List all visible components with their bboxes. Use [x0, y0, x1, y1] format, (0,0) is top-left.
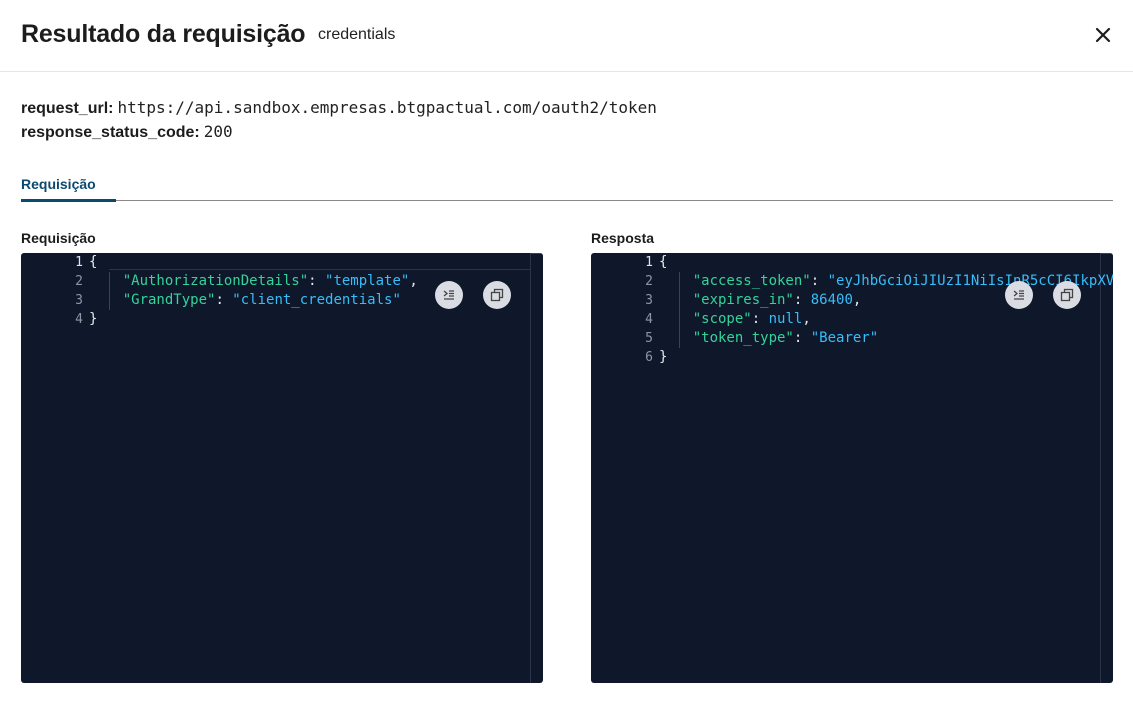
json-value: "client_credentials" [232, 292, 401, 308]
code-text: { [659, 253, 667, 272]
code-line: 4 "scope": null, [591, 310, 1113, 329]
json-value: null [768, 311, 803, 327]
code-line: 5 "token_type": "Bearer" [591, 329, 1113, 348]
request-code-editor[interactable]: 1{2 "AuthorizationDetails": "template", 3… [21, 253, 543, 683]
format-button[interactable] [1005, 281, 1033, 309]
copy-icon [490, 288, 504, 302]
json-brace: } [659, 349, 668, 365]
json-key: "AuthorizationDetails" [122, 273, 309, 289]
json-comma: , [852, 292, 862, 308]
code-line: 2 "AuthorizationDetails": "template", [21, 272, 543, 291]
json-colon: : [308, 273, 326, 289]
json-value: 86400 [810, 292, 853, 308]
line-number: 2 [75, 274, 83, 289]
json-colon: : [793, 330, 811, 346]
request-url-row: request_url: https://api.sandbox.empresas… [21, 96, 657, 121]
modal-subtitle: credentials [318, 26, 396, 43]
status-code-row: response_status_code: 200 [21, 120, 233, 145]
code-line: 1{ [21, 253, 543, 272]
json-key: "expires_in" [692, 292, 794, 308]
code-line: 1{ [591, 253, 1113, 272]
json-key: "access_token" [692, 273, 811, 289]
code-line: 3 "expires_in": 86400, [591, 291, 1113, 310]
json-colon: : [751, 311, 769, 327]
line-number: 4 [75, 312, 83, 327]
code-line: 2 "access_token": "eyJhbGciOiJIUzI1NiIsI… [591, 272, 1113, 291]
code-text: "access_token": "eyJhbGciOiJIUzI1NiIsInR… [659, 272, 1113, 291]
line-number: 5 [645, 331, 653, 346]
tab-requisicao[interactable]: Requisição [21, 176, 116, 202]
json-value: "Bearer" [810, 330, 879, 346]
code-text: "scope": null, [659, 310, 811, 329]
line-number: 3 [75, 293, 83, 308]
copy-button[interactable] [1053, 281, 1081, 309]
code-text: "AuthorizationDetails": "template", [89, 272, 418, 291]
request-url-label: request_url: [21, 100, 114, 117]
code-text: "expires_in": 86400, [659, 291, 862, 310]
copy-icon [1060, 288, 1074, 302]
status-code-value: 200 [203, 122, 233, 141]
json-colon: : [810, 273, 828, 289]
code-text: } [89, 310, 97, 329]
copy-button[interactable] [483, 281, 511, 309]
line-number: 4 [645, 312, 653, 327]
indent-guide [109, 272, 110, 310]
line-number: 2 [645, 274, 653, 289]
line-number: 1 [645, 255, 653, 270]
code-text: } [659, 348, 667, 367]
response-code-editor[interactable]: 1{2 "access_token": "eyJhbGciOiJIUzI1NiI… [591, 253, 1113, 683]
tab-bar: Requisição [21, 170, 1113, 202]
code-line: 6} [591, 348, 1113, 367]
json-value: "template" [325, 273, 410, 289]
close-button[interactable] [1090, 22, 1116, 48]
request-url-value: https://api.sandbox.empresas.btgpactual.… [117, 98, 657, 117]
code-text: { [89, 253, 97, 272]
request-panel-label: Requisição [21, 230, 96, 246]
modal-title: Resultado da requisição [21, 20, 306, 48]
line-number: 1 [75, 255, 83, 270]
indent-guide [679, 272, 680, 348]
json-key: "GrandType" [122, 292, 216, 308]
json-key: "token_type" [692, 330, 794, 346]
code-text: "token_type": "Bearer" [659, 329, 878, 348]
response-panel-label: Resposta [591, 230, 655, 246]
code-line: 4} [21, 310, 543, 329]
json-colon: : [215, 292, 233, 308]
format-code-icon [1013, 290, 1024, 300]
json-comma: , [802, 311, 811, 327]
format-button[interactable] [435, 281, 463, 309]
status-code-label: response_status_code: [21, 124, 200, 141]
json-comma: , [409, 273, 418, 289]
json-brace: } [89, 311, 98, 327]
code-line: 3 "GrandType": "client_credentials" [21, 291, 543, 310]
json-key: "scope" [692, 311, 752, 327]
line-number: 3 [645, 293, 653, 308]
format-code-icon [443, 290, 454, 300]
json-colon: : [793, 292, 811, 308]
json-brace: { [89, 254, 98, 270]
close-icon [1095, 27, 1111, 43]
json-brace: { [659, 254, 668, 270]
line-number: 6 [645, 350, 653, 365]
code-text: "GrandType": "client_credentials" [89, 291, 401, 310]
modal-header: Resultado da requisição credentials [0, 0, 1133, 72]
